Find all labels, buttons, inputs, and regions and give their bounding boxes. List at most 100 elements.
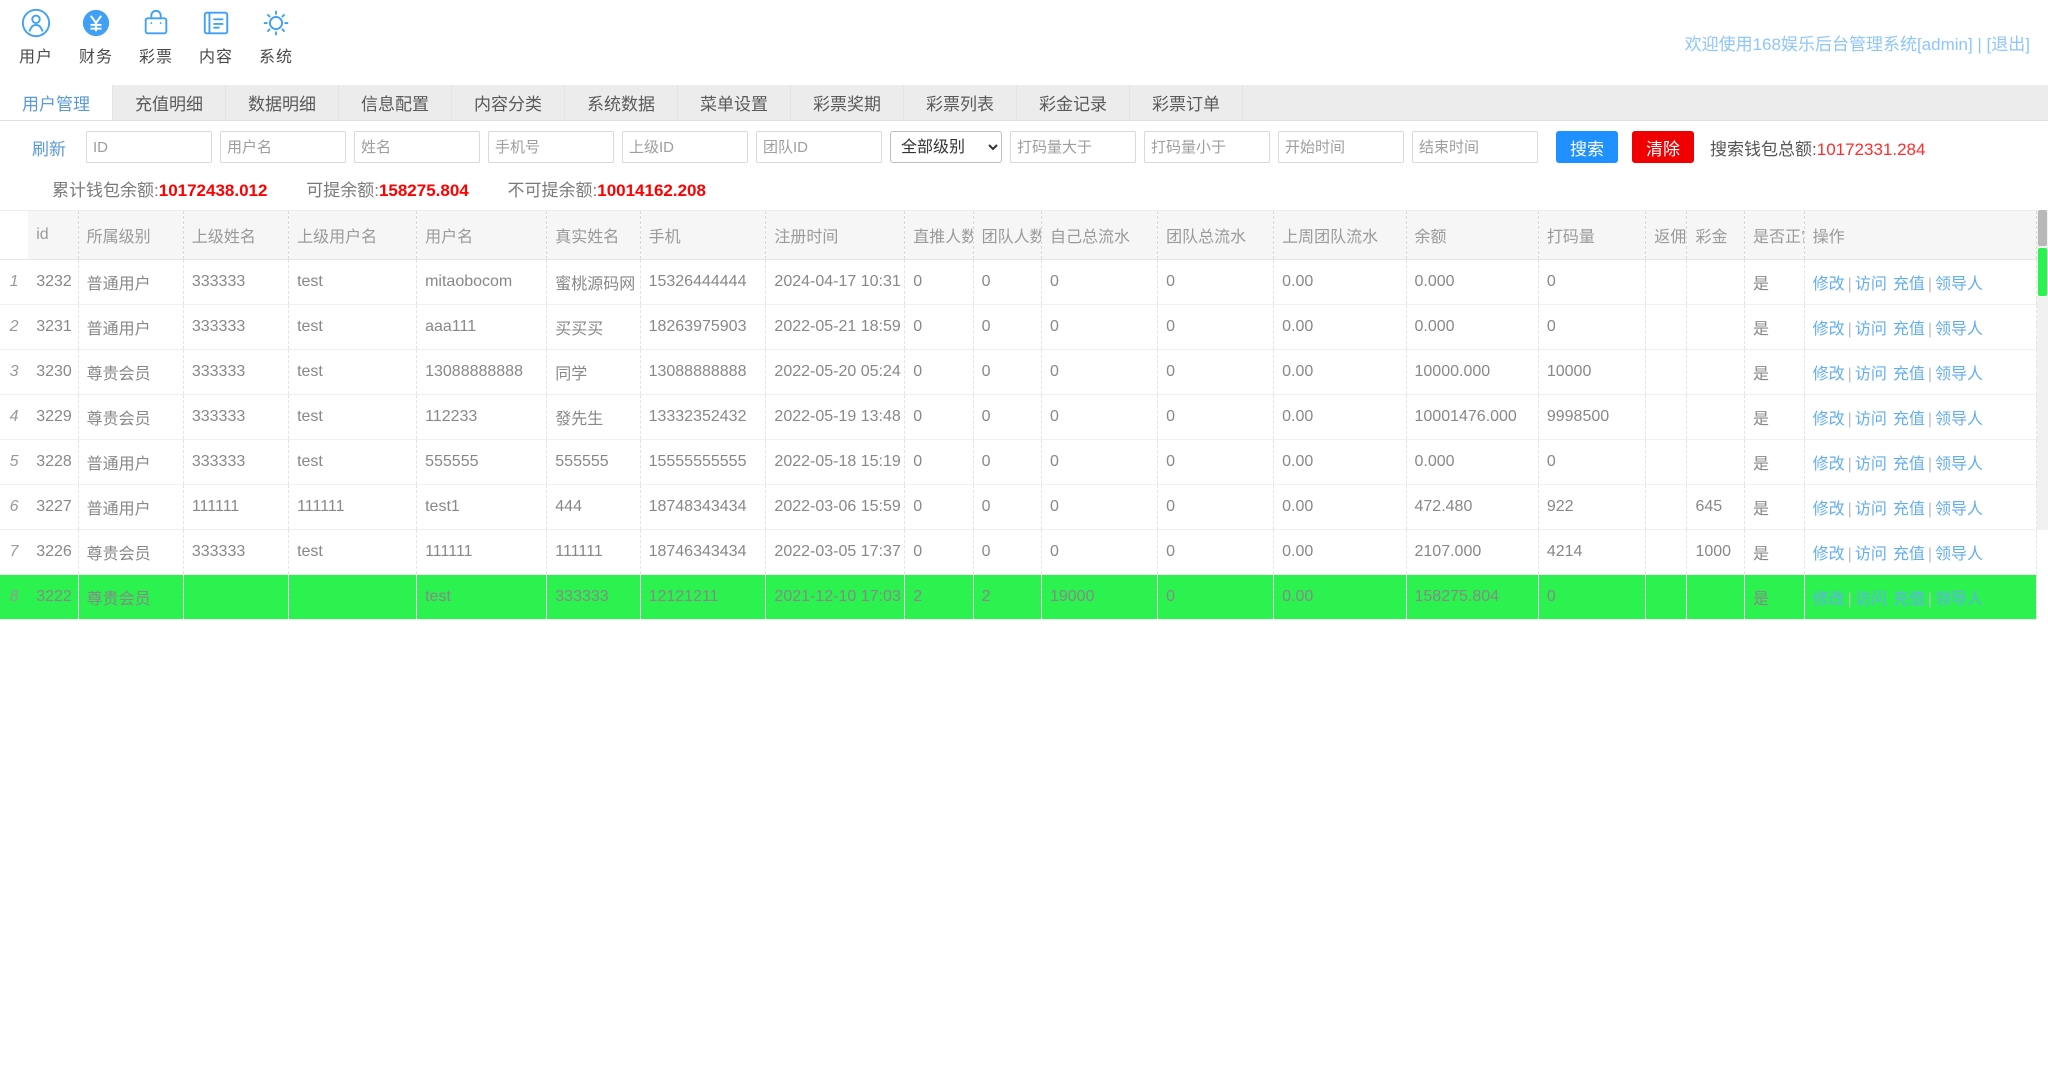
tab-user-management[interactable]: 用户管理: [0, 85, 113, 120]
action-leader-link[interactable]: 领导人: [1935, 321, 1983, 338]
table-row[interactable]: 23231普通用户333333testaaa111买买买182639759032…: [0, 305, 2037, 350]
scrollbar-thumb[interactable]: [2038, 248, 2047, 296]
clear-button[interactable]: 清除: [1632, 131, 1694, 163]
tab-lottery-list[interactable]: 彩票列表: [904, 85, 1017, 120]
action-recharge-link[interactable]: 充值: [1893, 321, 1925, 338]
table-row[interactable]: 13232普通用户333333testmitaobocom蜜桃源码网153264…: [0, 260, 2037, 305]
col-rebate[interactable]: 返佣: [1646, 211, 1687, 260]
col-register-time[interactable]: 注册时间: [766, 211, 905, 260]
action-visit-link[interactable]: 访问: [1855, 456, 1887, 473]
table-row[interactable]: 33230尊贵会员333333test13088888888同学13088888…: [0, 350, 2037, 395]
table-row[interactable]: 63227普通用户111111111111test144418748343434…: [0, 485, 2037, 530]
action-edit-link[interactable]: 修改: [1813, 276, 1845, 293]
action-leader-link[interactable]: 领导人: [1935, 501, 1983, 518]
search-input-id[interactable]: [86, 131, 212, 163]
level-select[interactable]: 全部级别: [890, 131, 1002, 163]
tab-lottery-order[interactable]: 彩票订单: [1130, 85, 1243, 120]
top-nav-item-user[interactable]: 用户: [6, 8, 66, 67]
table-row[interactable]: 53228普通用户333333test555555555555155555555…: [0, 440, 2037, 485]
top-nav-item-system[interactable]: 系统: [246, 8, 306, 67]
table-row[interactable]: 73226尊贵会员333333test111111111111187463434…: [0, 530, 2037, 575]
action-visit-link[interactable]: 访问: [1855, 366, 1887, 383]
cell-id: 3231: [28, 305, 78, 350]
search-input-bet-less[interactable]: [1144, 131, 1270, 163]
col-bonus[interactable]: 彩金: [1687, 211, 1745, 260]
cell-parent-username: test: [289, 260, 417, 305]
top-nav-item-finance[interactable]: 财务: [66, 8, 126, 67]
col-id[interactable]: id: [28, 211, 78, 260]
tab-lottery-period[interactable]: 彩票奖期: [791, 85, 904, 120]
action-recharge-link[interactable]: 充值: [1893, 411, 1925, 428]
action-edit-link[interactable]: 修改: [1813, 456, 1845, 473]
action-leader-link[interactable]: 领导人: [1935, 591, 1983, 608]
col-level[interactable]: 所属级别: [78, 211, 183, 260]
action-edit-link[interactable]: 修改: [1813, 546, 1845, 563]
col-phone[interactable]: 手机: [640, 211, 766, 260]
col-username[interactable]: 用户名: [417, 211, 547, 260]
top-nav-item-content[interactable]: 内容: [186, 8, 246, 67]
action-edit-link[interactable]: 修改: [1813, 366, 1845, 383]
tab-recharge-detail[interactable]: 充值明细: [113, 85, 226, 120]
col-parent-name[interactable]: 上级姓名: [183, 211, 288, 260]
action-recharge-link[interactable]: 充值: [1893, 366, 1925, 383]
col-self-flow[interactable]: 自己总流水: [1041, 211, 1157, 260]
action-visit-link[interactable]: 访问: [1855, 276, 1887, 293]
search-input-parent-id[interactable]: [622, 131, 748, 163]
tab-data-detail[interactable]: 数据明细: [226, 85, 339, 120]
col-last-week-team-flow[interactable]: 上周团队流水: [1274, 211, 1406, 260]
action-recharge-link[interactable]: 充值: [1893, 276, 1925, 293]
scrollbar-track-top[interactable]: [2038, 210, 2047, 246]
action-leader-link[interactable]: 领导人: [1935, 411, 1983, 428]
col-realname[interactable]: 真实姓名: [547, 211, 640, 260]
action-visit-link[interactable]: 访问: [1855, 501, 1887, 518]
col-bet-amount[interactable]: 打码量: [1538, 211, 1645, 260]
tab-content-category[interactable]: 内容分类: [452, 85, 565, 120]
action-leader-link[interactable]: 领导人: [1935, 366, 1983, 383]
col-direct-count[interactable]: 直推人数: [905, 211, 973, 260]
table-row[interactable]: 83222尊贵会员test333333121212112021-12-10 17…: [0, 575, 2037, 620]
cell-actions: 修改|访问充值|领导人: [1804, 305, 2036, 350]
search-input-realname[interactable]: [354, 131, 480, 163]
action-leader-link[interactable]: 领导人: [1935, 546, 1983, 563]
action-visit-link[interactable]: 访问: [1855, 411, 1887, 428]
action-separator: |: [1848, 501, 1852, 518]
cell-phone: 12121211: [640, 575, 766, 620]
action-edit-link[interactable]: 修改: [1813, 321, 1845, 338]
search-input-bet-greater[interactable]: [1010, 131, 1136, 163]
action-leader-link[interactable]: 领导人: [1935, 456, 1983, 473]
tab-info-config[interactable]: 信息配置: [339, 85, 452, 120]
welcome-message[interactable]: 欢迎使用168娱乐后台管理系统[admin] | [退出]: [1685, 30, 2030, 55]
search-input-phone[interactable]: [488, 131, 614, 163]
action-visit-link[interactable]: 访问: [1855, 591, 1887, 608]
search-input-start-time[interactable]: [1278, 131, 1404, 163]
tab-menu-settings[interactable]: 菜单设置: [678, 85, 791, 120]
action-recharge-link[interactable]: 充值: [1893, 546, 1925, 563]
action-visit-link[interactable]: 访问: [1855, 321, 1887, 338]
action-recharge-link[interactable]: 充值: [1893, 501, 1925, 518]
cell-register-time: 2022-03-05 17:37: [766, 530, 905, 575]
action-edit-link[interactable]: 修改: [1813, 411, 1845, 428]
tab-bonus-record[interactable]: 彩金记录: [1017, 85, 1130, 120]
search-input-end-time[interactable]: [1412, 131, 1538, 163]
search-button[interactable]: 搜索: [1556, 131, 1618, 163]
action-edit-link[interactable]: 修改: [1813, 501, 1845, 518]
vertical-scrollbar[interactable]: [2037, 210, 2048, 530]
action-separator: |: [1928, 366, 1932, 383]
col-is-normal[interactable]: 是否正常: [1744, 211, 1804, 260]
table-row[interactable]: 43229尊贵会员333333test112233發先生133323524322…: [0, 395, 2037, 440]
col-actions[interactable]: 操作: [1804, 211, 2036, 260]
action-recharge-link[interactable]: 充值: [1893, 456, 1925, 473]
col-team-count[interactable]: 团队人数: [973, 211, 1041, 260]
search-input-username[interactable]: [220, 131, 346, 163]
col-parent-username[interactable]: 上级用户名: [289, 211, 417, 260]
col-team-flow[interactable]: 团队总流水: [1158, 211, 1274, 260]
action-leader-link[interactable]: 领导人: [1935, 276, 1983, 293]
action-recharge-link[interactable]: 充值: [1893, 591, 1925, 608]
action-edit-link[interactable]: 修改: [1813, 591, 1845, 608]
top-nav-item-lottery[interactable]: 彩票: [126, 8, 186, 67]
action-visit-link[interactable]: 访问: [1855, 546, 1887, 563]
tab-system-data[interactable]: 系统数据: [565, 85, 678, 120]
col-balance[interactable]: 余额: [1406, 211, 1538, 260]
refresh-link[interactable]: 刷新: [32, 135, 66, 160]
search-input-team-id[interactable]: [756, 131, 882, 163]
